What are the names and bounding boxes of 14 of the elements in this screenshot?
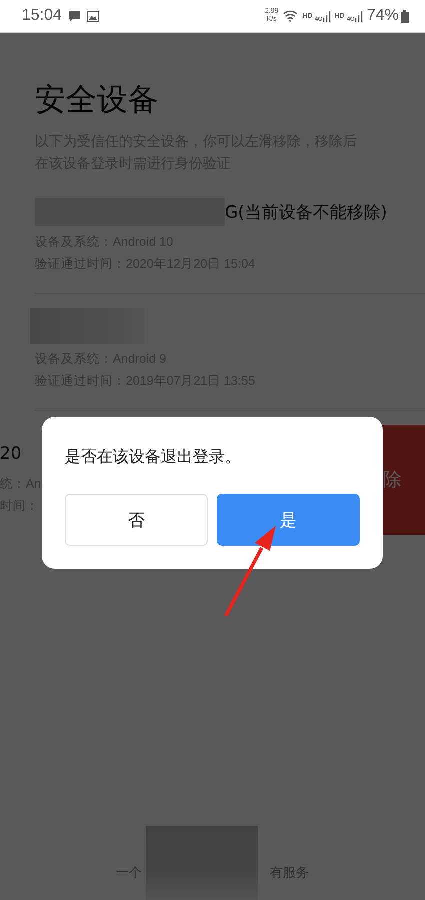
page-title: 安全设备 [35, 81, 160, 120]
signal-icon [322, 10, 331, 22]
battery-icon [401, 10, 409, 22]
clock-time: 15:04 [22, 7, 62, 25]
dialog-message: 是否在该设备退出登录。 [65, 447, 242, 468]
message-icon [68, 10, 82, 22]
battery-percent: 74% [366, 7, 399, 25]
device-name: 20 [0, 444, 22, 464]
confirm-button[interactable]: 是 [217, 494, 360, 546]
signal-icon [354, 10, 363, 22]
device-name: G(当前设备不能移除) [225, 202, 388, 224]
wifi-icon [282, 10, 299, 22]
cancel-button[interactable]: 否 [65, 494, 208, 546]
image-icon [87, 10, 100, 22]
